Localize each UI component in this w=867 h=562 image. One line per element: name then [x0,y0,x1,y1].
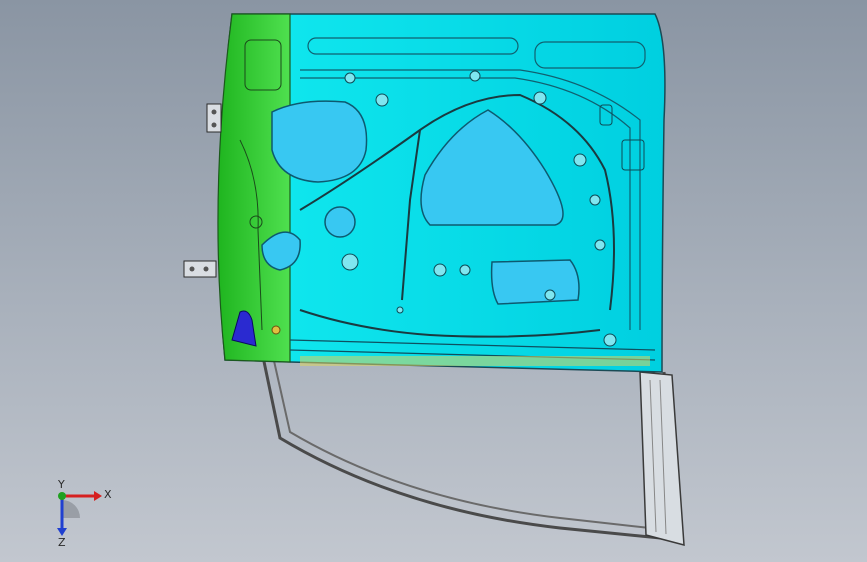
upper-left-access-hole [271,100,368,183]
coordinate-triad: X Y Z [57,478,112,548]
y-axis-dot [58,492,66,500]
z-axis-label: Z [58,536,66,548]
car-door-inner-panel-model[interactable] [0,0,867,562]
window-frame[interactable] [260,351,685,546]
lower-hinge[interactable] [183,260,217,278]
lower-right-access-hole [490,259,580,305]
speaker-hole [324,206,356,238]
y-axis-label: Y [57,478,65,491]
hinge-side-reinforcement[interactable] [217,13,291,363]
upper-hinge[interactable] [206,103,222,133]
cad-graphics-viewport[interactable]: X Y Z [0,0,867,562]
x-axis-label: X [104,488,112,501]
lower-trim-strip [300,356,650,366]
yellow-clip [271,325,281,335]
